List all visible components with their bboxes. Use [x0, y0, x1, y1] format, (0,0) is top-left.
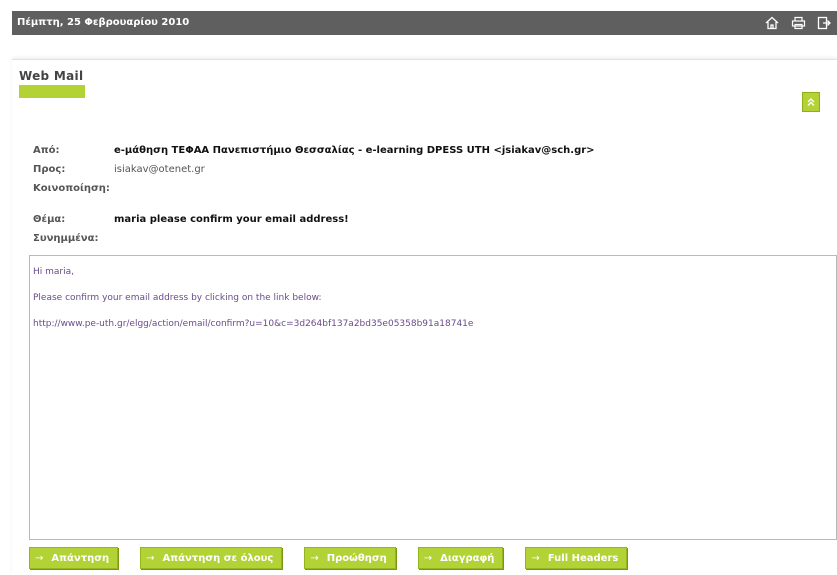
- forward-label: Προώθηση: [326, 552, 387, 564]
- arrow-right-icon: →: [35, 552, 44, 564]
- panel-title: Web Mail: [19, 69, 84, 83]
- date-label: Πέμπτη, 25 Φεβρουαρίου 2010: [17, 17, 190, 28]
- subject-label: Θέμα:: [33, 214, 66, 225]
- from-value: e-μάθηση ΤΕΦΑΑ Πανεπιστήμιο Θεσσαλίας - …: [114, 145, 595, 156]
- to-label: Προς:: [33, 164, 66, 175]
- webmail-panel: Web Mail Από: e-μάθηση ΤΕΦΑΑ Πανεπιστήμι…: [12, 59, 837, 575]
- arrow-right-icon: →: [146, 552, 155, 564]
- top-bar: Πέμπτη, 25 Φεβρουαρίου 2010: [12, 11, 837, 35]
- to-value: isiakav@otenet.gr: [114, 164, 205, 175]
- confirm-link[interactable]: http://www.pe-uth.gr/elgg/action/email/c…: [33, 319, 473, 329]
- from-label: Από:: [33, 145, 60, 156]
- forward-button[interactable]: → Προώθηση: [304, 547, 396, 569]
- logout-icon[interactable]: [815, 14, 833, 32]
- title-accent-bar: [19, 85, 85, 98]
- arrow-right-icon: →: [310, 552, 319, 564]
- full-headers-button[interactable]: → Full Headers: [525, 547, 628, 569]
- subject-value: maria please confirm your email address!: [114, 214, 349, 225]
- body-line: Please confirm your email address by cli…: [33, 293, 322, 303]
- home-icon[interactable]: [763, 14, 781, 32]
- delete-label: Διαγραφή: [440, 552, 495, 564]
- full-headers-label: Full Headers: [547, 552, 619, 564]
- message-body[interactable]: Hi maria, Please confirm your email addr…: [29, 255, 837, 540]
- chevron-up-icon: [807, 98, 815, 106]
- reply-label: Απάντηση: [51, 552, 110, 564]
- arrow-right-icon: →: [531, 552, 540, 564]
- body-line: Hi maria,: [33, 267, 74, 277]
- reply-all-button[interactable]: → Απάντηση σε όλους: [140, 547, 283, 569]
- cc-label: Κοινοποίηση:: [33, 183, 110, 194]
- top-bar-icons: [763, 11, 837, 35]
- collapse-button[interactable]: [802, 92, 820, 112]
- reply-all-label: Απάντηση σε όλους: [162, 552, 274, 564]
- attachments-label: Συνημμένα:: [33, 233, 99, 244]
- delete-button[interactable]: → Διαγραφή: [417, 547, 504, 569]
- print-icon[interactable]: [789, 14, 807, 32]
- action-buttons: → Απάντηση → Απάντηση σε όλους → Προώθησ…: [29, 547, 649, 569]
- arrow-right-icon: →: [423, 552, 433, 564]
- reply-button[interactable]: → Απάντηση: [29, 547, 119, 569]
